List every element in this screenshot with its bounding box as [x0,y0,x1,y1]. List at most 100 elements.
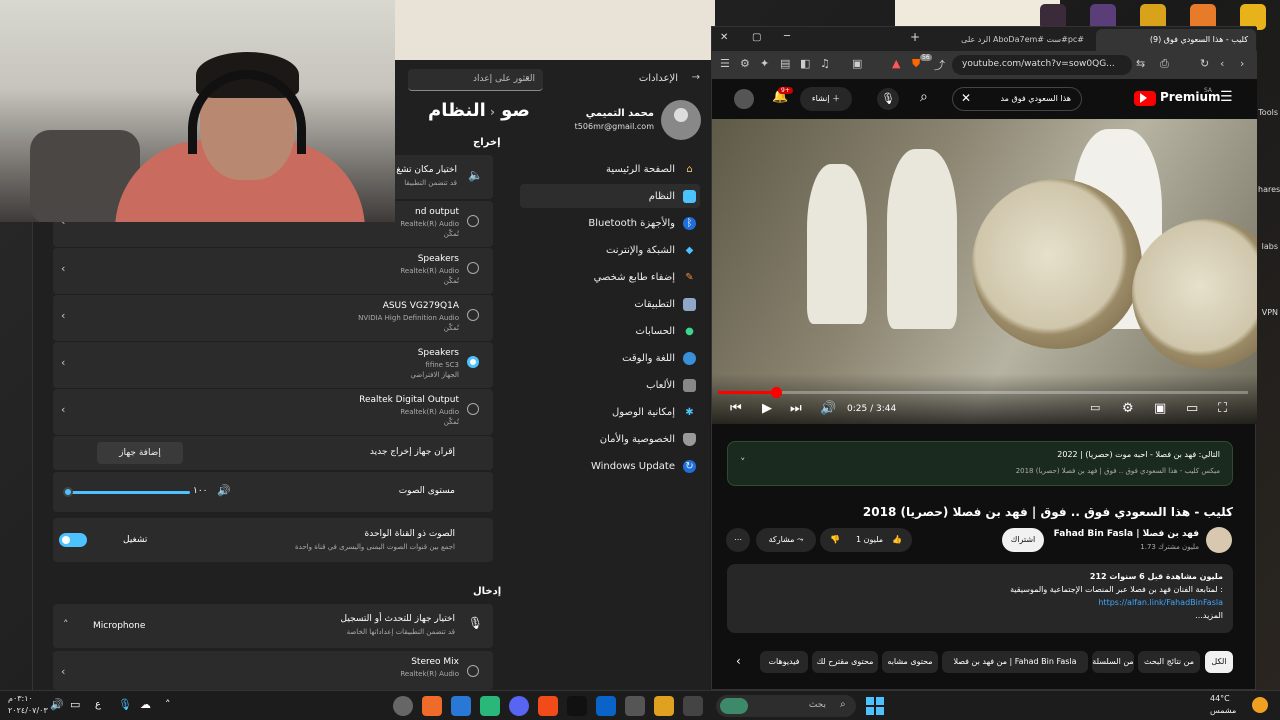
brave-shield-icon[interactable]: ⛊ [912,57,920,71]
close-icon[interactable]: ✕ [961,91,971,105]
brave-icon[interactable] [538,696,558,716]
subscribe-button[interactable]: اشتراك [1002,528,1044,552]
play-icon[interactable]: ▶ [762,401,772,416]
menu-icon[interactable]: ☰ [720,57,730,70]
like-icon[interactable]: 👍 [892,528,902,552]
chevron-left-icon[interactable]: ‹ [736,654,741,668]
chip-videos[interactable]: فيديوهات [760,651,808,673]
bookmark-icon[interactable]: ⎙ [1160,57,1169,71]
wallet-icon[interactable]: ▤ [780,57,790,70]
channel-name[interactable]: Fahad Bin Fasla | فهد بن فصلا [1054,529,1199,539]
cloud-icon[interactable]: ☁ [140,698,151,711]
device-radio[interactable] [467,215,479,227]
microphone-icon[interactable]: 🎙 [118,698,132,711]
dislike-icon[interactable]: 👎 [830,528,840,552]
video-player[interactable]: ⏮ ▶ ⏭ 🔊 0:25 / 3:44 ▭ ⚙ ▣ ▭ ⛶ [712,119,1257,424]
settings-icon[interactable]: ⚙ [740,57,750,70]
nav-item-accounts[interactable]: الحسابات ● [520,319,700,343]
breadcrumb-system[interactable]: النظام [428,100,486,121]
nav-item-time-language[interactable]: اللغة والوقت [520,346,700,370]
fullscreen-icon[interactable]: ⛶ [1218,401,1227,416]
like-count[interactable]: 1 مليون [856,528,883,552]
video-progress-bar[interactable] [718,387,1248,398]
search-highlight-icon[interactable] [720,698,748,714]
output-device-row[interactable]: ‹ Realtek Digital Output Realtek(R) Audi… [53,389,493,435]
app-icon[interactable] [451,696,471,716]
mono-toggle[interactable] [59,533,87,547]
chevron-down-icon[interactable]: ˅ [740,456,746,469]
nav-item-home[interactable]: الصفحة الرئيسية ⌂ [520,157,700,181]
app-icon[interactable] [625,696,645,716]
app-icon[interactable] [422,696,442,716]
nav-item-gaming[interactable]: الألعاب [520,373,700,397]
volume-icon[interactable]: 🔊 [820,401,836,416]
clock-date[interactable]: ٢٠٢٤/٠٧/٠٣ [8,706,48,715]
volume-slider-track[interactable] [63,487,190,497]
input-choose-row[interactable]: اختيار جهاز للتحدث أو التسجيل قد تتضمن ا… [53,604,493,648]
settings-search-input[interactable]: العثور على إعداد [408,69,543,91]
device-radio[interactable] [467,403,479,415]
add-device-button[interactable]: إضافة جهاز [97,442,183,464]
tab-tiktok[interactable]: الرد على AboDa7em# ست#pc# [932,29,1092,51]
nav-item-bluetooth[interactable]: Bluetooth والأجهزة ᛒ [520,211,700,235]
input-device-row[interactable]: ‹ Stereo Mix Realtek(R) Audio [53,651,493,690]
weather-temp[interactable]: 44°C [1210,694,1230,703]
tiktok-icon[interactable] [567,696,587,716]
windows-start-icon[interactable] [866,697,884,715]
sun-icon[interactable] [1252,697,1268,713]
tab-youtube[interactable]: (9) كليب - هذا السعودي فوق [1096,29,1256,51]
nav-item-privacy[interactable]: الخصوصية والأمان [520,427,700,451]
device-radio[interactable] [467,309,479,321]
miniplayer-icon[interactable]: ▣ [1154,401,1166,416]
volume-icon[interactable]: 🔊 [50,698,64,711]
forward-icon[interactable]: ‹ [1220,57,1224,70]
theater-icon[interactable]: ▭ [1186,401,1198,416]
share-button[interactable]: مشاركة ⤳ [756,528,816,552]
language-indicator[interactable]: ع [95,699,101,710]
chip-similar[interactable]: محتوى مشابه [882,651,938,673]
speaker-icon[interactable]: 🔊 [217,484,231,497]
warning-icon[interactable]: ▲ [892,57,900,70]
avatar[interactable] [734,89,754,109]
search-icon[interactable]: ⌕ [920,89,928,105]
settings-app-icon[interactable] [393,696,413,716]
nav-item-apps[interactable]: التطبيقات [520,292,700,316]
maximize-icon[interactable]: ▢ [752,32,761,43]
previous-icon[interactable]: ⏮ [730,401,742,416]
app-icon[interactable] [480,696,500,716]
close-icon[interactable]: ✕ [720,32,728,43]
next-icon[interactable]: ⏭ [790,401,802,416]
new-tab-icon[interactable]: + [910,30,920,44]
chevron-left-icon[interactable]: ‹ [61,665,65,678]
more-icon[interactable]: ⋯ [726,528,750,552]
address-bar[interactable]: youtube.com/watch?v=sow0QG... [952,55,1132,75]
extension-icon[interactable]: ✦ [760,57,769,70]
chevron-left-icon[interactable]: ‹ [61,403,65,416]
description-link[interactable]: https://alfan.link/FahadBinFasla [1098,598,1223,607]
output-device-row[interactable]: ‹ ASUS VG279Q1A NVIDIA High Definition A… [53,295,493,341]
chevron-left-icon[interactable]: ‹ [61,262,65,275]
music-icon[interactable]: ♫ [820,57,830,70]
avatar[interactable] [661,100,701,140]
nav-item-network[interactable]: الشبكة والإنترنت ◆ [520,238,700,262]
chip-series[interactable]: من السلسلة [1092,651,1134,673]
back-arrow-icon[interactable]: → [692,72,700,83]
chevron-up-icon[interactable]: ˄ [165,698,171,711]
chip-channel[interactable]: من فهد بن فصلا | Fahad Bin Fasla [942,651,1088,673]
outlook-icon[interactable] [596,696,616,716]
output-device-row[interactable]: ‹ Speakers Realtek(R) Audio تُمكّن [53,248,493,294]
network-icon[interactable]: ▭ [70,698,80,711]
chip-all[interactable]: الكل [1205,651,1233,673]
chevron-up-icon[interactable]: ˄ [63,618,69,631]
file-explorer-icon[interactable] [654,696,674,716]
back-icon[interactable]: › [1240,57,1244,70]
channel-avatar[interactable] [1206,527,1232,553]
nav-item-personalization[interactable]: إضفاء طابع شخصي ✎ [520,265,700,289]
app-icon[interactable] [683,696,703,716]
device-radio[interactable] [467,665,479,677]
chevron-left-icon[interactable]: ‹ [61,309,65,322]
output-device-row[interactable]: ‹ Speakers fifine SC3 الجهاز الافتراضي [53,342,493,388]
share-icon[interactable]: ⤴ [934,57,945,73]
nav-item-system[interactable]: النظام [520,184,700,208]
create-button[interactable]: إنشاء ＋ [800,87,852,111]
